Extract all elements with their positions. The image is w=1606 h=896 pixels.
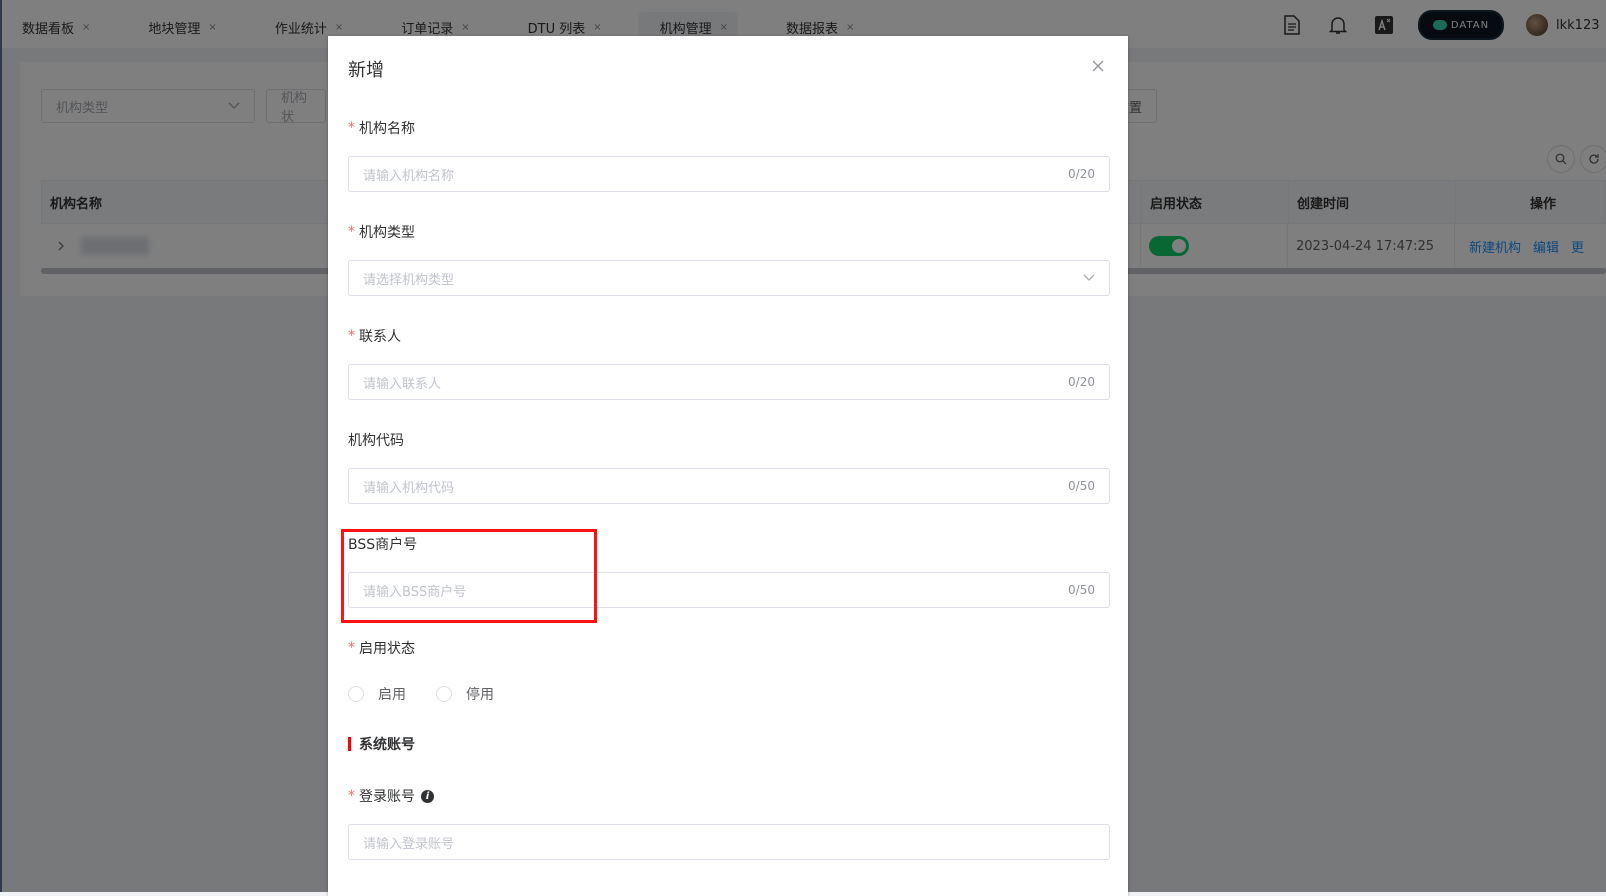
- annotation-highlight-box: [341, 529, 597, 623]
- radio-enabled[interactable]: 启用: [348, 684, 406, 704]
- char-counter: 0/50: [1068, 479, 1095, 493]
- sidebar-edge: [0, 0, 2, 892]
- section-system-account: 系统账号: [348, 734, 415, 754]
- org-name-input[interactable]: 请输入机构名称 0/20: [348, 156, 1110, 192]
- status-label: * 启用状态: [348, 640, 415, 657]
- status-radio-group: 启用 停用: [348, 684, 524, 704]
- char-counter: 0/50: [1068, 583, 1095, 597]
- org-name-label: * 机构名称: [348, 120, 415, 137]
- char-counter: 0/20: [1068, 375, 1095, 389]
- login-label: * 登录账号 i: [348, 786, 434, 806]
- org-code-label: 机构代码: [348, 433, 404, 449]
- org-type-select[interactable]: 请选择机构类型: [348, 260, 1110, 296]
- org-code-input[interactable]: 请输入机构代码 0/50: [348, 468, 1110, 504]
- close-button[interactable]: [1088, 56, 1108, 76]
- contact-input[interactable]: 请输入联系人 0/20: [348, 364, 1110, 400]
- close-icon: [1092, 60, 1104, 72]
- org-type-label: * 机构类型: [348, 224, 415, 241]
- chevron-down-icon: [1083, 274, 1095, 281]
- dialog-title: 新增: [348, 60, 384, 81]
- radio-disabled[interactable]: 停用: [436, 684, 494, 704]
- info-icon[interactable]: i: [421, 789, 434, 803]
- add-org-dialog: 新增 * 机构名称 请输入机构名称 0/20 * 机构类型 请选择机构类型 * 联系人…: [328, 36, 1128, 896]
- login-input[interactable]: 请输入登录账号: [348, 824, 1110, 860]
- contact-label: * 联系人: [348, 328, 401, 345]
- char-counter: 0/20: [1068, 167, 1095, 181]
